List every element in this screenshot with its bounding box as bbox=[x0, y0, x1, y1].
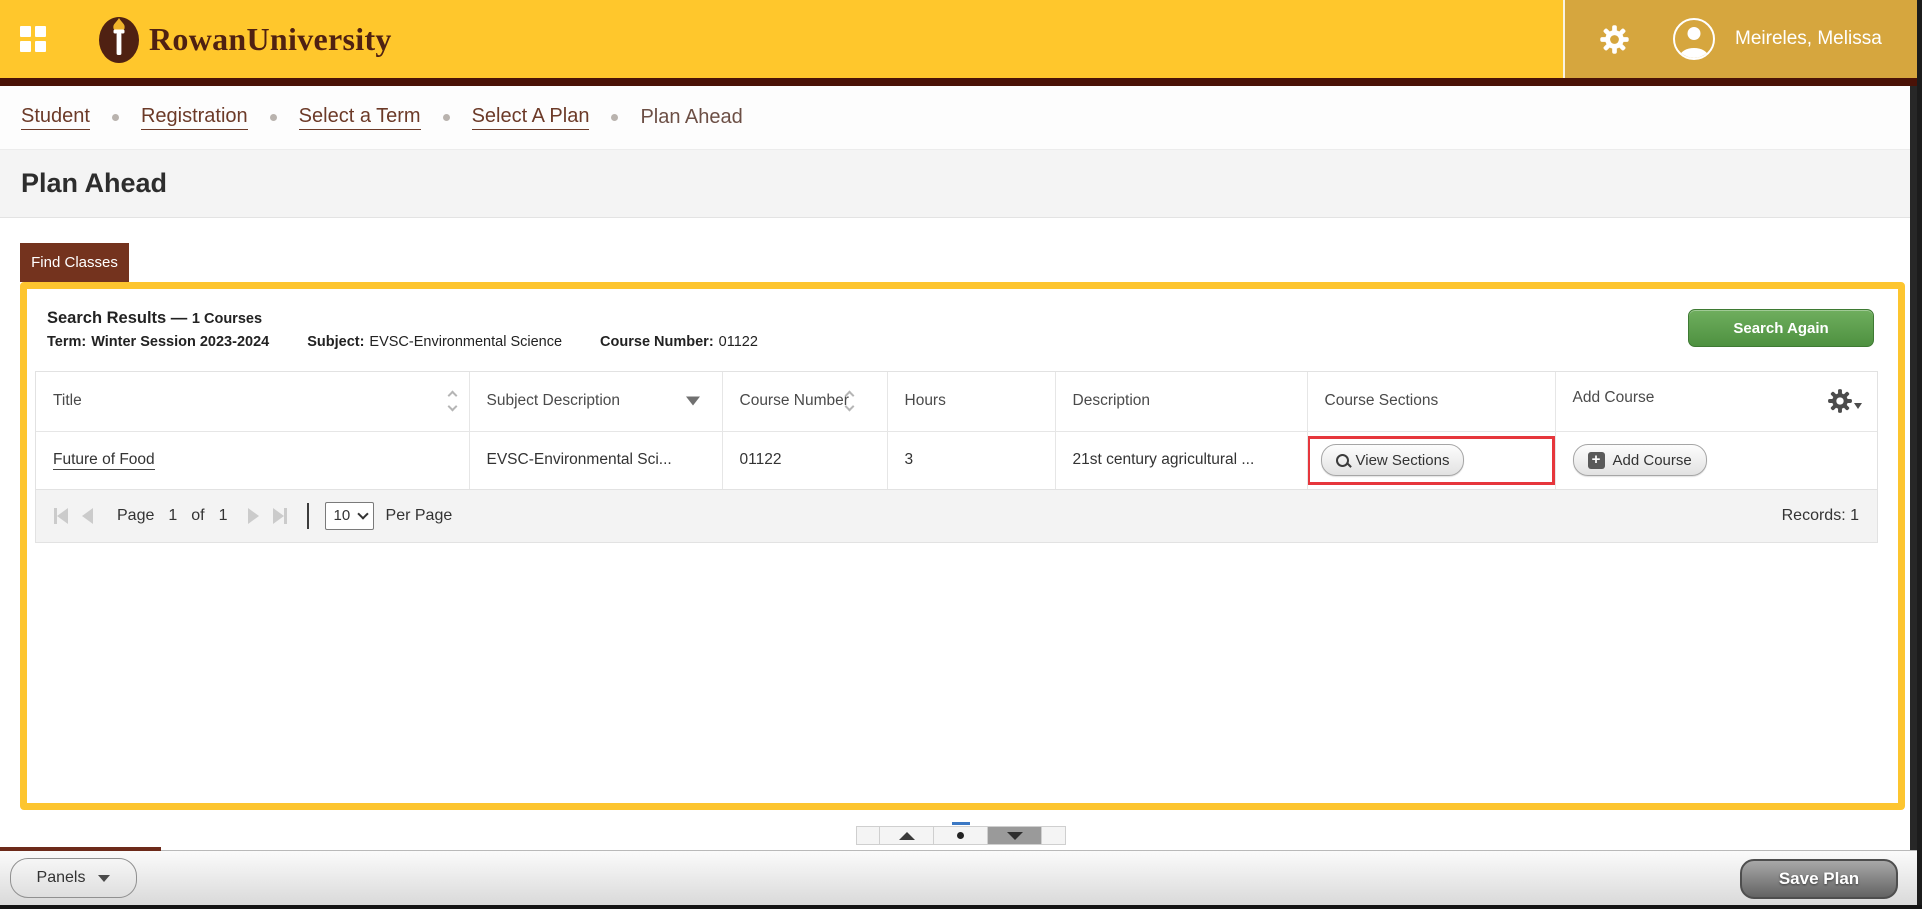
dot-icon bbox=[957, 832, 964, 839]
breadcrumb-separator-icon bbox=[112, 114, 119, 121]
column-header-description[interactable]: Description bbox=[1055, 372, 1307, 431]
focus-indicator bbox=[952, 822, 970, 825]
cell-title: Future of Food bbox=[36, 431, 469, 489]
current-page-value[interactable]: 1 bbox=[168, 507, 177, 525]
breadcrumb-link-registration[interactable]: Registration bbox=[141, 105, 248, 130]
panels-tab-accent bbox=[0, 847, 161, 851]
highlight-box: View Sections bbox=[1307, 436, 1555, 485]
window-bottom-edge bbox=[0, 905, 1922, 909]
scroll-reset-button[interactable] bbox=[934, 827, 988, 844]
page-label: Page bbox=[117, 507, 154, 525]
settings-menu-button[interactable] bbox=[1583, 24, 1645, 55]
brand-logo[interactable]: RowanUniversity bbox=[98, 14, 392, 64]
triangle-down-icon bbox=[98, 875, 110, 882]
tab-find-classes[interactable]: Find Classes bbox=[20, 243, 129, 282]
column-header-subject-description[interactable]: Subject Description bbox=[469, 372, 722, 431]
results-grid: Title Subject Description Course Number bbox=[35, 371, 1878, 543]
breadcrumb-separator-icon bbox=[611, 114, 618, 121]
records-count: Records: 1 bbox=[1782, 507, 1859, 525]
main-content: Find Classes Search Results — 1 Courses … bbox=[0, 218, 1922, 850]
top-header: RowanUniversity Meireles, Melissa bbox=[0, 0, 1922, 86]
per-page-label: Per Page bbox=[386, 507, 453, 525]
magnifier-icon bbox=[1336, 454, 1349, 467]
column-header-add-course[interactable]: Add Course bbox=[1555, 372, 1877, 431]
brand-name: RowanUniversity bbox=[149, 21, 392, 58]
sorted-desc-icon bbox=[686, 397, 700, 406]
user-name[interactable]: Meireles, Melissa bbox=[1735, 28, 1882, 50]
breadcrumb-separator-icon bbox=[270, 114, 277, 121]
scroll-control-edge bbox=[1042, 827, 1065, 844]
gear-icon bbox=[1827, 388, 1853, 414]
header-user-section: Meireles, Melissa bbox=[1563, 0, 1922, 78]
total-pages-value: 1 bbox=[219, 507, 228, 525]
column-header-course-sections[interactable]: Course Sections bbox=[1307, 372, 1555, 431]
scroll-down-button[interactable] bbox=[988, 827, 1042, 844]
pagination-bar: Page 1 of 1 10 Per Page Records: 1 bbox=[36, 489, 1877, 542]
triangle-up-icon bbox=[899, 832, 915, 840]
criteria-subject: Subject:EVSC-Environmental Science bbox=[307, 334, 562, 350]
results-heading-count: 1 Courses bbox=[192, 311, 262, 327]
cell-subject-description: EVSC-Environmental Sci... bbox=[469, 431, 722, 489]
panels-button[interactable]: Panels bbox=[10, 858, 137, 898]
search-again-button[interactable]: Search Again bbox=[1688, 309, 1874, 347]
table-header-row: Title Subject Description Course Number bbox=[36, 372, 1877, 431]
user-avatar-icon[interactable] bbox=[1673, 18, 1715, 60]
course-title-link[interactable]: Future of Food bbox=[53, 451, 155, 470]
results-criteria: Term:Winter Session 2023-2024 Subject:EV… bbox=[47, 334, 758, 350]
gear-icon bbox=[1599, 24, 1630, 55]
window-right-edge bbox=[1917, 0, 1922, 909]
view-sections-button[interactable]: View Sections bbox=[1321, 444, 1465, 476]
breadcrumb-current-plan-ahead: Plan Ahead bbox=[640, 106, 742, 129]
results-header: Search Results — 1 Courses Term:Winter S… bbox=[27, 289, 1898, 350]
page-title: Plan Ahead bbox=[21, 168, 167, 199]
breadcrumb-link-select-a-term[interactable]: Select a Term bbox=[299, 105, 421, 130]
chevron-down-icon bbox=[357, 508, 368, 519]
table-settings-button[interactable] bbox=[1654, 388, 1876, 414]
column-header-title[interactable]: Title bbox=[36, 372, 469, 431]
panel-scroll-control bbox=[856, 826, 1066, 845]
plus-icon bbox=[1588, 452, 1605, 469]
cell-description: 21st century agricultural ... bbox=[1055, 431, 1307, 489]
sort-icon bbox=[846, 392, 853, 410]
per-page-select[interactable]: 10 bbox=[325, 502, 374, 530]
cell-course-sections: View Sections bbox=[1307, 431, 1555, 489]
cell-course-number: 01122 bbox=[722, 431, 887, 489]
criteria-term: Term:Winter Session 2023-2024 bbox=[47, 334, 269, 350]
search-results-panel: Search Results — 1 Courses Term:Winter S… bbox=[20, 282, 1905, 810]
menu-grid-icon bbox=[20, 26, 46, 52]
next-page-button[interactable] bbox=[248, 508, 259, 524]
save-plan-button[interactable]: Save Plan bbox=[1740, 859, 1898, 899]
results-heading-main: Search Results — bbox=[47, 309, 187, 327]
cell-hours: 3 bbox=[887, 431, 1055, 489]
scroll-control-edge bbox=[857, 827, 880, 844]
of-label: of bbox=[191, 507, 204, 525]
criteria-course-number: Course Number:01122 bbox=[600, 334, 758, 350]
results-heading: Search Results — 1 Courses bbox=[47, 309, 758, 328]
torch-icon bbox=[98, 14, 140, 64]
triangle-down-icon bbox=[1007, 832, 1023, 840]
caret-down-icon bbox=[1854, 403, 1862, 409]
page-title-bar: Plan Ahead bbox=[0, 150, 1922, 218]
app-nav-menu-button[interactable] bbox=[0, 0, 66, 78]
breadcrumb-link-student[interactable]: Student bbox=[21, 105, 90, 130]
scroll-up-button[interactable] bbox=[880, 827, 934, 844]
column-header-hours[interactable]: Hours bbox=[887, 372, 1055, 431]
bottom-toolbar: Panels Save Plan bbox=[0, 850, 1922, 909]
sort-icon bbox=[449, 392, 456, 410]
table-row: Future of Food EVSC-Environmental Sci...… bbox=[36, 431, 1877, 489]
breadcrumb-separator-icon bbox=[443, 114, 450, 121]
first-page-button[interactable] bbox=[54, 508, 68, 524]
breadcrumb-link-select-a-plan[interactable]: Select A Plan bbox=[472, 105, 590, 130]
results-meta: Search Results — 1 Courses Term:Winter S… bbox=[47, 309, 758, 350]
cell-add-course: Add Course bbox=[1555, 431, 1877, 489]
add-course-button[interactable]: Add Course bbox=[1573, 444, 1707, 476]
previous-page-button[interactable] bbox=[82, 508, 93, 524]
breadcrumb: Student Registration Select a Term Selec… bbox=[0, 86, 1922, 150]
last-page-button[interactable] bbox=[273, 508, 287, 524]
pagination-divider bbox=[307, 503, 309, 529]
column-header-course-number[interactable]: Course Number bbox=[722, 372, 887, 431]
